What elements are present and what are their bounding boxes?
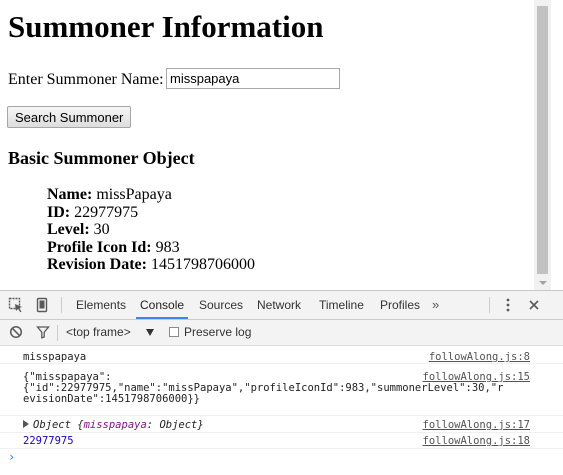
page-scrollbar-thumb[interactable]: [537, 6, 548, 274]
preserve-log-label: Preserve log: [184, 325, 252, 339]
scroll-down-arrow[interactable]: [534, 276, 551, 290]
info-row-profile-icon: Profile Icon Id: 983: [47, 239, 255, 257]
console-message: misspapaya: [23, 351, 87, 363]
summoner-info: Name: missPapaya ID: 22977975 Level: 30 …: [47, 186, 255, 274]
more-tabs-button[interactable]: »: [432, 291, 439, 319]
page-viewport: Summoner Information Enter Summoner Name…: [0, 0, 563, 290]
devtools-toolbar: Elements Console Sources Network Timelin…: [0, 291, 563, 320]
info-row-level: Level: 30: [47, 221, 255, 239]
kebab-menu-icon[interactable]: [502, 298, 514, 312]
preserve-log-checkbox[interactable]: [169, 327, 179, 337]
console-row: {"misspapaya": {"id":22977975,"name":"mi…: [0, 364, 563, 416]
search-summoner-button[interactable]: Search Summoner: [7, 106, 132, 128]
section-heading: Basic Summoner Object: [8, 148, 195, 168]
info-row-revision-date: Revision Date: 1451798706000: [47, 256, 255, 274]
console-source-link[interactable]: followAlong.js:17: [423, 420, 530, 431]
toolbar-divider: [489, 297, 490, 313]
console-source-link[interactable]: followAlong.js:18: [423, 436, 530, 447]
tab-timeline[interactable]: Timeline: [319, 291, 364, 319]
console-row: misspapaya followAlong.js:8: [0, 346, 563, 364]
chevron-down-icon: [538, 281, 547, 285]
summoner-name-label: Enter Summoner Name:: [8, 71, 164, 88]
info-label: Revision Date:: [47, 256, 147, 273]
tab-console[interactable]: Console: [135, 291, 189, 319]
info-value: 30: [93, 221, 110, 238]
device-mode-icon[interactable]: [34, 297, 50, 313]
console-filter-bar: <top frame> Preserve log: [0, 320, 563, 346]
close-icon[interactable]: [527, 298, 541, 312]
info-label: Name:: [47, 186, 93, 203]
toolbar-divider: [61, 297, 62, 313]
tab-profiles[interactable]: Profiles: [380, 291, 420, 319]
filter-icon[interactable]: [36, 325, 50, 339]
console-output: misspapaya followAlong.js:8 {"misspapaya…: [0, 346, 563, 475]
summoner-name-input[interactable]: [166, 68, 340, 89]
console-row: 22977975 followAlong.js:18: [0, 433, 563, 449]
info-value: 1451798706000: [150, 256, 255, 273]
info-row-name: Name: missPapaya: [47, 186, 255, 204]
info-label: Level:: [47, 221, 90, 238]
console-object[interactable]: Object {misspapaya: Object}: [33, 420, 204, 431]
info-label: ID:: [47, 203, 71, 221]
tab-network[interactable]: Network: [257, 291, 301, 319]
console-row: Object {misspapaya: Object} followAlong.…: [0, 416, 563, 433]
tab-elements[interactable]: Elements: [76, 291, 126, 319]
info-label: Profile Icon Id:: [47, 238, 152, 256]
console-source-link[interactable]: followAlong.js:15: [423, 372, 530, 383]
info-value: 22977975: [74, 203, 139, 221]
info-value: 983: [155, 238, 180, 256]
info-value: missPapaya: [96, 186, 172, 203]
tab-sources[interactable]: Sources: [199, 291, 243, 319]
object-suffix: : Object}: [146, 419, 204, 431]
object-key: misspapaya: [83, 419, 147, 431]
inspect-element-icon[interactable]: [8, 297, 24, 313]
expand-triangle-icon[interactable]: [23, 420, 29, 428]
object-prefix: Object {: [33, 419, 84, 431]
toolbar-divider: [57, 325, 58, 341]
chevron-down-icon[interactable]: [146, 329, 154, 336]
info-row-id: ID: 22977975: [47, 204, 255, 222]
console-source-link[interactable]: followAlong.js:8: [429, 352, 530, 363]
clear-console-icon[interactable]: [9, 325, 23, 339]
console-message: 22977975: [23, 435, 74, 447]
frame-select[interactable]: <top frame>: [66, 320, 131, 345]
page-title: Summoner Information: [8, 9, 324, 44]
console-prompt[interactable]: ›: [8, 450, 15, 464]
devtools-panel: Elements Console Sources Network Timelin…: [0, 290, 563, 474]
